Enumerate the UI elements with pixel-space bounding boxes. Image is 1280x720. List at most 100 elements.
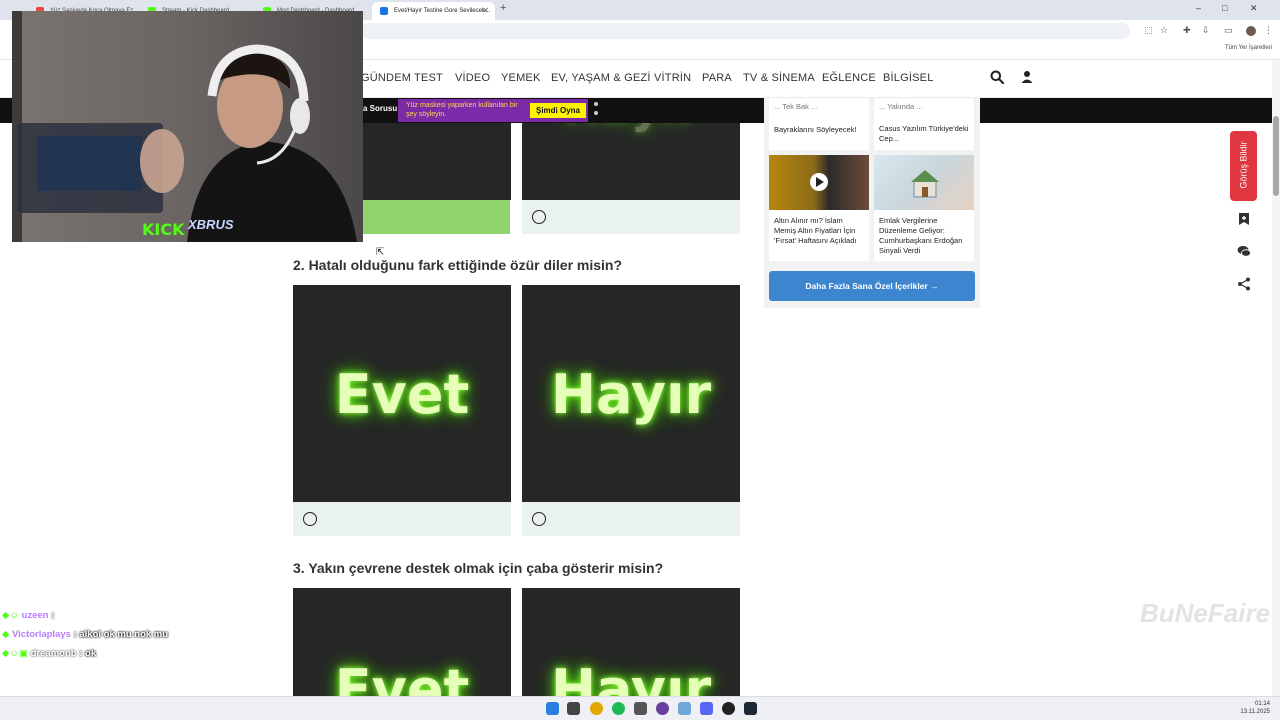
chat-badge-icon: ◆☺ (2, 610, 20, 621)
chat-username: uzeen (21, 610, 49, 621)
start-windows-icon[interactable] (546, 702, 559, 715)
nav-test[interactable]: TEST (414, 72, 443, 84)
answer-image: Hayır (522, 285, 740, 502)
user-icon[interactable] (1021, 70, 1033, 84)
chat-separator: : (73, 629, 77, 640)
related-card-partial: ... Yakında ... (879, 102, 923, 111)
answer-image: Evet (293, 285, 511, 502)
streamer-brand: XBRUS (188, 217, 234, 232)
related-card[interactable]: ... Tek Bak ... Bayraklarını Söyleyecek! (769, 98, 869, 150)
chat-message: ◆☺▣ dreamonb : ok (2, 648, 96, 659)
related-card-title: Casus Yazılım Türkiye'deki Cep... (879, 124, 969, 143)
nav-eglence[interactable]: EĞLENCE (822, 72, 876, 84)
url-input[interactable] (360, 23, 1130, 39)
nav-vitrin[interactable]: VİTRİN (654, 72, 691, 84)
answer-word: Hayır (550, 363, 712, 426)
extensions-icon[interactable]: ✚ (1183, 25, 1191, 36)
related-thumbnail (874, 155, 974, 210)
screen: Yüz Saniyede Koca Olmaya Ez... Stream - … (0, 0, 1280, 720)
related-card[interactable]: Emlak Vergilerine Düzenleme Geliyor: Cum… (874, 155, 974, 261)
chrome-icon[interactable] (590, 702, 603, 715)
nav-video[interactable]: VİDEO (455, 72, 490, 84)
minimize-button[interactable]: – (1196, 3, 1201, 13)
question-title: 2. Hatalı olduğunu fark ettiğinde özür d… (293, 257, 623, 273)
answer-option-hayir[interactable]: Hayır (522, 285, 740, 536)
watermark-logo: BuNeFaire (1140, 598, 1271, 628)
chat-message-text: ok (85, 648, 97, 659)
answer-option-hayir[interactable]: Hayır (522, 123, 740, 234)
search-icon[interactable] (990, 70, 1004, 84)
related-card-title: Altın Alınır mı? İslam Memiş Altın Fiyat… (774, 216, 857, 245)
chat-username: dreamonb (30, 648, 77, 659)
discord-icon[interactable] (700, 702, 713, 715)
promo-pager[interactable] (594, 102, 600, 120)
app-icon[interactable] (678, 702, 691, 715)
page-scrollbar[interactable] (1272, 60, 1280, 696)
radio-button[interactable] (532, 512, 546, 526)
play-icon (810, 173, 828, 191)
question-title: 3. Yakın çevrene destek olmak için çaba … (293, 560, 664, 576)
system-clock[interactable]: 01:14 13.11.2025 (1240, 700, 1270, 716)
maximize-button[interactable]: □ (1222, 3, 1227, 13)
search-taskbar-icon[interactable] (567, 702, 580, 715)
app-icon[interactable] (722, 702, 735, 715)
share-icon[interactable] (1237, 277, 1251, 291)
play-now-button[interactable]: Şimdi Oyna (530, 103, 586, 118)
nav-gundem[interactable]: GÜNDEM (361, 72, 411, 84)
nav-bilgisel[interactable]: BİLGİSEL (883, 72, 934, 84)
nav-yemek[interactable]: YEMEK (501, 72, 541, 84)
comments-icon[interactable] (1237, 244, 1251, 258)
site-favicon-icon (380, 7, 388, 15)
feedback-button[interactable]: Görüş Bildir (1230, 131, 1257, 201)
terminal-icon[interactable] (634, 702, 647, 715)
spotify-icon[interactable] (612, 702, 625, 715)
related-thumbnail (769, 155, 869, 210)
radio-button[interactable] (303, 512, 317, 526)
browser-tab-active[interactable]: Evet/Hayır Testine Gore Sevilecek... ✕ (372, 2, 495, 20)
os-taskbar: 01:14 13.11.2025 (0, 696, 1280, 720)
scrollbar-thumb[interactable] (1273, 116, 1279, 196)
steam-icon[interactable] (744, 702, 757, 715)
related-card-title: Emlak Vergilerine Düzenleme Geliyor: Cum… (879, 216, 963, 255)
chat-badge-icon: ◆☺▣ (2, 648, 28, 659)
promo-text: Yüz maskesi yaparken kullanılan bir şey … (406, 102, 518, 118)
chat-username: Victorlaplays (11, 629, 71, 640)
new-tab-button[interactable]: + (500, 2, 506, 14)
all-bookmarks-link[interactable]: Tüm Yer İşaretleri (1225, 45, 1272, 51)
mouse-cursor-icon: ⇱ (376, 247, 385, 258)
kick-logo: KICK (142, 220, 185, 239)
promo-question-label: a Sorusu (363, 104, 398, 113)
download-icon[interactable]: ⇩ (1202, 25, 1210, 36)
related-card[interactable]: Altın Alınır mı? İslam Memiş Altın Fiyat… (769, 155, 869, 261)
chat-badge-icon: ◆ (2, 629, 10, 640)
radio-button[interactable] (532, 210, 546, 224)
answer-option-evet[interactable]: Evet (293, 285, 511, 536)
answer-word: Hayır (550, 658, 712, 696)
more-content-button[interactable]: Daha Fazla Sana Özel İçerikler → (769, 271, 975, 301)
answer-image: Hayır (522, 588, 740, 696)
nav-para[interactable]: PARA (702, 72, 732, 84)
star-icon[interactable]: ☆ (1160, 25, 1168, 36)
close-window-button[interactable]: ✕ (1250, 3, 1258, 14)
sidepanel-icon[interactable]: ▭ (1224, 25, 1233, 36)
bookmark-add-icon[interactable] (1237, 212, 1251, 226)
related-card[interactable]: ... Yakında ... Casus Yazılım Türkiye'de… (874, 98, 974, 150)
extension-icon[interactable]: ⬚ (1144, 25, 1153, 36)
related-card-partial: ... Tek Bak ... (774, 102, 818, 111)
answer-option-evet[interactable]: Evet (293, 588, 511, 696)
chat-message-text: alkol ok mu nok mu (79, 629, 169, 640)
obs-icon[interactable] (656, 702, 669, 715)
nav-tv-sinema[interactable]: TV & SİNEMA (743, 72, 815, 84)
menu-icon[interactable]: ⋮ (1264, 25, 1273, 36)
answer-image: Evet (293, 588, 511, 696)
answer-option-hayir[interactable]: Hayır (522, 588, 740, 696)
answer-word: Evet (334, 363, 470, 426)
nav-ev-yasam-gezi[interactable]: EV, YAŞAM & GEZİ (551, 72, 651, 84)
promo-ad[interactable]: Yüz maskesi yaparken kullanılan bir şey … (398, 99, 588, 122)
arrow-right-icon: → (930, 281, 939, 291)
chat-separator: : (79, 648, 83, 659)
webcam-overlay: KICK XBRUS (12, 11, 363, 242)
close-tab-icon[interactable]: ✕ (482, 2, 489, 20)
answer-word: Evet (334, 658, 470, 696)
profile-avatar[interactable] (1246, 26, 1256, 36)
